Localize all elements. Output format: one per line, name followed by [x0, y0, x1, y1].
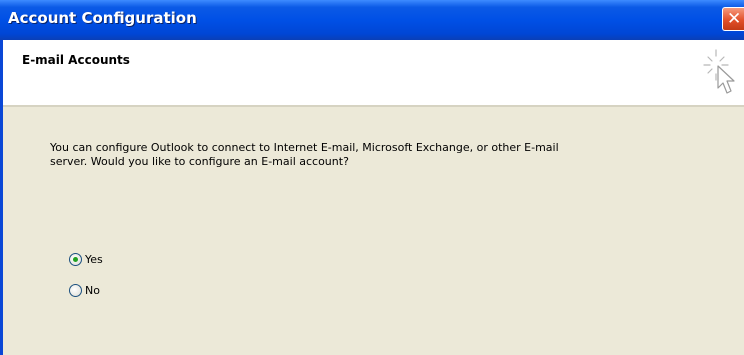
yes-radio-button[interactable] [69, 252, 82, 266]
yes-radio-option[interactable]: Yes [69, 251, 103, 267]
yes-radio-label[interactable]: Yes [85, 253, 103, 266]
configure-prompt-text: You can configure Outlook to connect to … [50, 141, 559, 168]
wizard-header: E-mail Accounts [3, 40, 744, 107]
account-configuration-dialog: Account Configuration ✕ E-mail Accounts … [0, 0, 744, 355]
no-radio-option[interactable]: No [69, 282, 100, 298]
window-title: Account Configuration [8, 9, 197, 27]
no-radio-button[interactable] [69, 283, 82, 297]
close-icon: ✕ [727, 9, 742, 29]
close-button[interactable]: ✕ [722, 7, 744, 31]
title-bar[interactable]: Account Configuration ✕ [0, 0, 744, 40]
no-radio-label[interactable]: No [85, 284, 100, 297]
page-title: E-mail Accounts [22, 53, 130, 67]
wizard-cursor-icon [703, 49, 735, 94]
